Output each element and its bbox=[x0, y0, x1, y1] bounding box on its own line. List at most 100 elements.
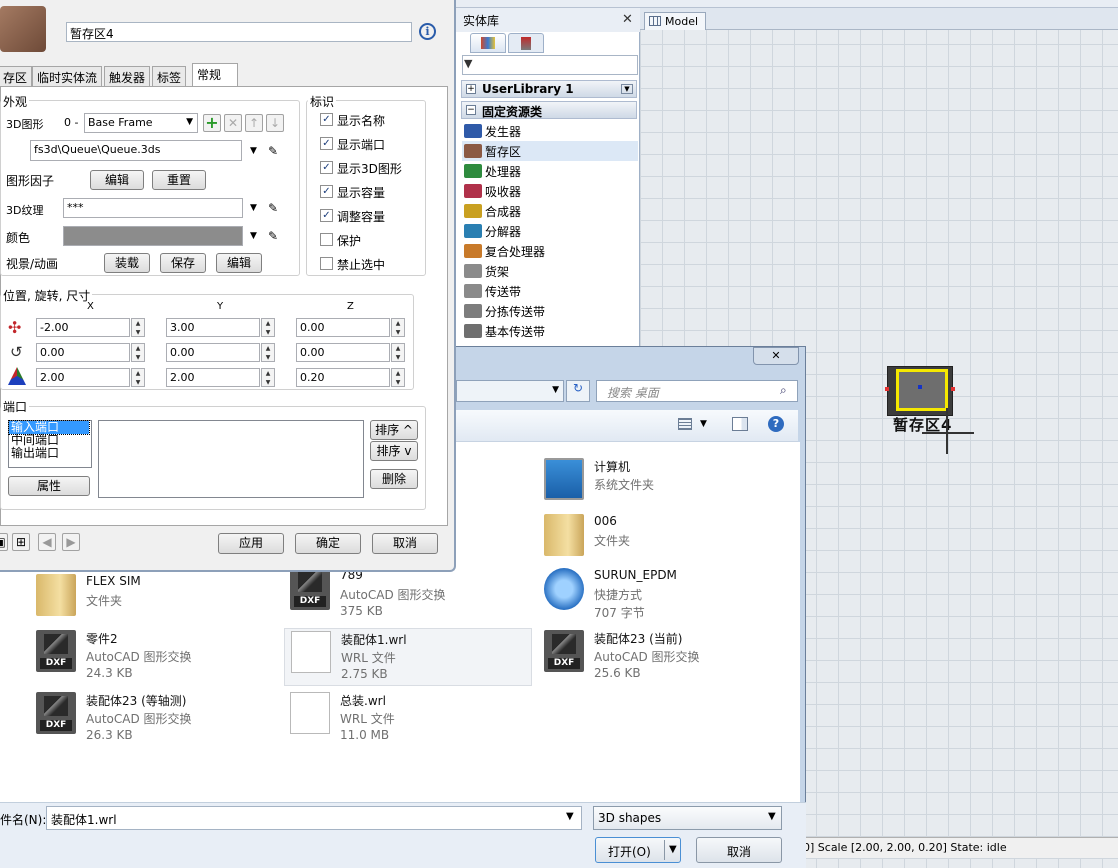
library-item[interactable]: 传送带 bbox=[462, 281, 638, 301]
library-group-fixed[interactable]: − 固定资源类 bbox=[461, 101, 637, 119]
open-split-arrow-icon[interactable]: ▼ bbox=[664, 840, 677, 860]
library-filter-input[interactable] bbox=[462, 55, 638, 75]
library-tab-tools[interactable] bbox=[508, 33, 544, 53]
pos-x-input[interactable]: -2.00 bbox=[36, 318, 130, 337]
spin-arrows-icon[interactable]: ▲ ▼ bbox=[261, 343, 275, 362]
library-item[interactable]: 分解器 bbox=[462, 221, 638, 241]
edit-view-button[interactable]: 编辑 bbox=[216, 253, 262, 273]
file-item[interactable]: DXF 789 AutoCAD 图形交换 375 KB bbox=[290, 566, 530, 622]
file-item[interactable]: DXF 装配体23 (等轴测) AutoCAD 图形交换 26.3 KB bbox=[36, 690, 276, 746]
dialog-close-button[interactable]: ✕ bbox=[753, 347, 799, 365]
tab-triggers[interactable]: 触发器 bbox=[104, 66, 151, 86]
info-icon[interactable]: i bbox=[419, 23, 436, 40]
port-properties-button[interactable]: 属性 bbox=[8, 476, 90, 496]
size-y-input[interactable]: 2.00 bbox=[166, 368, 260, 387]
shape-frame-select[interactable]: Base Frame ▼ bbox=[84, 113, 198, 133]
eyedropper-icon[interactable]: ✎ bbox=[268, 144, 278, 158]
file-item[interactable]: 计算机 系统文件夹 bbox=[544, 456, 784, 512]
load-button[interactable]: 装载 bbox=[104, 253, 150, 273]
library-item[interactable]: 暂存区 bbox=[462, 141, 638, 161]
file-item[interactable]: DXF 装配体23 (当前) AutoCAD 图形交换 25.6 KB bbox=[544, 628, 784, 684]
spin-arrows-icon[interactable]: ▲ ▼ bbox=[261, 318, 275, 337]
rot-z-input[interactable]: 0.00 bbox=[296, 343, 390, 362]
eyedropper-icon[interactable]: ✎ bbox=[268, 229, 278, 243]
filetype-select[interactable]: 3D shapes bbox=[593, 806, 782, 830]
flag-checkbox[interactable]: ✓ bbox=[320, 209, 333, 222]
chevron-down-icon[interactable]: ▼ bbox=[250, 203, 257, 213]
library-item[interactable]: 复合处理器 bbox=[462, 241, 638, 261]
port-type-output[interactable]: 输出端口 bbox=[9, 447, 91, 460]
flag-checkbox[interactable] bbox=[320, 233, 333, 246]
filename-input[interactable]: 装配体1.wrl bbox=[46, 806, 582, 830]
eyedropper-icon[interactable]: ✎ bbox=[268, 201, 278, 215]
refresh-button[interactable]: ↻ bbox=[566, 380, 590, 402]
tab-flow[interactable]: 临时实体流 bbox=[32, 66, 103, 86]
size-x-input[interactable]: 2.00 bbox=[36, 368, 130, 387]
chevron-down-icon[interactable]: ▼ bbox=[768, 811, 776, 822]
view-icon[interactable] bbox=[678, 418, 692, 430]
library-item[interactable]: 发生器 bbox=[462, 121, 638, 141]
library-close-icon[interactable]: ✕ bbox=[622, 12, 633, 27]
pos-z-input[interactable]: 0.00 bbox=[296, 318, 390, 337]
search-icon[interactable]: ⌕ bbox=[780, 383, 787, 398]
save-button[interactable]: 保存 bbox=[160, 253, 206, 273]
file-item[interactable]: DXF 零件2 AutoCAD 图形交换 24.3 KB bbox=[36, 628, 276, 684]
spin-arrows-icon[interactable]: ▲ ▼ bbox=[391, 318, 405, 337]
apply-button[interactable]: 应用 bbox=[218, 533, 284, 554]
file-item[interactable]: 装配体1.wrl WRL 文件 2.75 KB bbox=[284, 628, 532, 686]
spin-arrows-icon[interactable]: ▲ ▼ bbox=[261, 368, 275, 387]
library-item[interactable]: 吸收器 bbox=[462, 181, 638, 201]
spin-arrows-icon[interactable]: ▲ ▼ bbox=[131, 368, 145, 387]
sort-down-button[interactable]: 排序 v bbox=[370, 441, 418, 461]
help-icon[interactable]: ? bbox=[768, 416, 784, 432]
queue-object[interactable] bbox=[885, 366, 955, 416]
pos-y-input[interactable]: 3.00 bbox=[166, 318, 260, 337]
size-z-input[interactable]: 0.20 bbox=[296, 368, 390, 387]
preview-pane-icon[interactable] bbox=[732, 417, 748, 431]
tab-model[interactable]: Model bbox=[644, 12, 706, 30]
ok-button[interactable]: 确定 bbox=[295, 533, 361, 554]
spin-arrows-icon[interactable]: ▲ ▼ bbox=[131, 318, 145, 337]
library-item[interactable]: 基本传送带 bbox=[462, 321, 638, 341]
factor-reset-button[interactable]: 重置 bbox=[152, 170, 206, 190]
chevron-down-icon[interactable]: ▼ bbox=[566, 811, 574, 822]
flag-checkbox[interactable]: ✓ bbox=[320, 185, 333, 198]
library-item[interactable]: 合成器 bbox=[462, 201, 638, 221]
add-shape-button[interactable]: + bbox=[203, 114, 221, 132]
object-name-input[interactable]: 暂存区4 bbox=[66, 22, 412, 42]
cancel-button[interactable]: 取消 bbox=[372, 533, 438, 554]
texture-input[interactable]: *** bbox=[63, 198, 243, 218]
tree-view-icon[interactable]: ⊞ bbox=[12, 533, 30, 551]
move-up-button[interactable]: ↑ bbox=[245, 114, 263, 132]
file-item[interactable]: SURUN_EPDM 快捷方式 707 字节 bbox=[544, 566, 784, 622]
flag-checkbox[interactable]: ✓ bbox=[320, 137, 333, 150]
flag-checkbox[interactable]: ✓ bbox=[320, 161, 333, 174]
delete-port-button[interactable]: 删除 bbox=[370, 469, 418, 489]
tab-general[interactable]: 常规 bbox=[192, 63, 238, 87]
chevron-down-icon[interactable]: ▼ bbox=[250, 146, 257, 156]
color-swatch[interactable] bbox=[63, 226, 243, 246]
chevron-down-icon[interactable]: ▼ bbox=[700, 419, 707, 429]
sort-up-button[interactable]: 排序 ^ bbox=[370, 420, 418, 440]
tab-queue[interactable]: 存区 bbox=[0, 66, 33, 86]
spin-arrows-icon[interactable]: ▲ ▼ bbox=[391, 343, 405, 362]
nav-tree-icon[interactable]: ▣ bbox=[0, 533, 8, 551]
shape-path-input[interactable]: fs3d\Queue\Queue.3ds bbox=[30, 140, 242, 161]
spin-arrows-icon[interactable]: ▲ ▼ bbox=[131, 343, 145, 362]
spin-arrows-icon[interactable]: ▲ ▼ bbox=[391, 368, 405, 387]
cancel-button[interactable]: 取消 bbox=[696, 837, 782, 863]
file-item[interactable]: 006 文件夹 bbox=[544, 512, 784, 568]
library-item[interactable]: 处理器 bbox=[462, 161, 638, 181]
chevron-down-icon[interactable]: ▼ bbox=[250, 231, 257, 241]
remove-shape-button[interactable]: ✕ bbox=[224, 114, 242, 132]
search-input[interactable]: 搜索 桌面 bbox=[596, 380, 798, 402]
flag-checkbox[interactable] bbox=[320, 257, 333, 270]
next-object-button[interactable]: ▶ bbox=[62, 533, 80, 551]
tab-labels[interactable]: 标签 bbox=[152, 66, 187, 86]
rot-x-input[interactable]: 0.00 bbox=[36, 343, 130, 362]
previous-object-button[interactable]: ◀ bbox=[38, 533, 56, 551]
move-down-button[interactable]: ↓ bbox=[266, 114, 284, 132]
library-item[interactable]: 分拣传送带 bbox=[462, 301, 638, 321]
address-bar[interactable]: ▼ bbox=[456, 380, 564, 402]
library-tab-objects[interactable] bbox=[470, 33, 506, 53]
